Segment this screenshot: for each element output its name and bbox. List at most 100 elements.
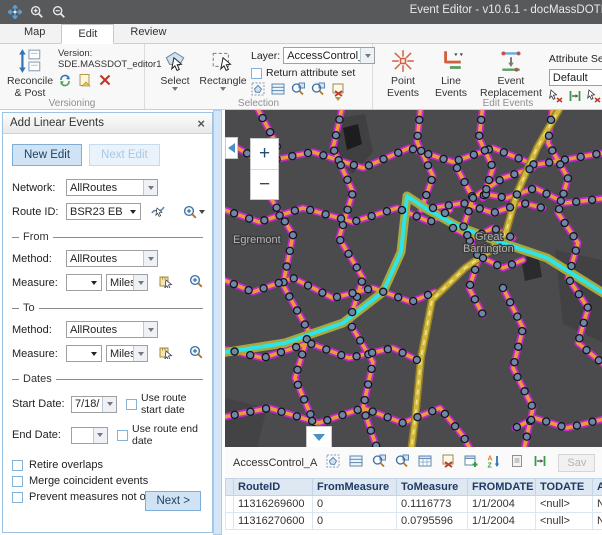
end-date-combo[interactable] bbox=[71, 427, 108, 444]
save-button[interactable]: Sav bbox=[558, 454, 595, 472]
table-sort-icon[interactable] bbox=[487, 454, 501, 471]
from-measure-unit-combo[interactable]: Miles bbox=[106, 274, 148, 291]
select-dropdown-caret[interactable] bbox=[172, 87, 178, 91]
table-cell[interactable]: N bbox=[593, 496, 602, 513]
from-measure-combo[interactable] bbox=[66, 274, 102, 291]
zoom-in-icon[interactable] bbox=[28, 4, 45, 21]
select-tool-button[interactable]: Select bbox=[153, 46, 197, 93]
to-measure-pick-icon[interactable] bbox=[159, 345, 173, 362]
table-pan-selection-icon[interactable] bbox=[395, 454, 409, 471]
select-route-on-map-icon[interactable] bbox=[151, 203, 165, 220]
use-route-end-label: Use route end date bbox=[132, 423, 203, 447]
attribute-table: RouteID FromMeasure ToMeasure FROMDATE T… bbox=[225, 478, 602, 530]
close-icon[interactable]: × bbox=[197, 117, 205, 130]
table-cell[interactable]: 1/1/2004 bbox=[468, 496, 536, 513]
group-edit-events: PointEvents LineEvents EventReplacement … bbox=[373, 44, 602, 109]
row-selector[interactable] bbox=[226, 513, 234, 530]
panel-splitter[interactable] bbox=[213, 110, 222, 535]
pan-icon[interactable] bbox=[6, 4, 23, 21]
event-replacement-button[interactable]: EventReplacement bbox=[477, 46, 545, 101]
attribute-set-combo[interactable]: Default bbox=[549, 69, 602, 86]
col-tomeasure[interactable]: ToMeasure bbox=[397, 479, 468, 496]
start-date-combo[interactable]: 7/18/ bbox=[71, 396, 117, 413]
zoom-out-icon[interactable] bbox=[50, 4, 67, 21]
table-zoom-selection-icon[interactable] bbox=[372, 454, 386, 471]
use-route-end-checkbox[interactable] bbox=[117, 430, 128, 441]
group-label-edit-events: Edit Events bbox=[373, 98, 602, 109]
from-measure-zoom-icon[interactable] bbox=[189, 274, 203, 291]
map-canvas[interactable]: EgremontGreatBarrington + − bbox=[225, 110, 602, 447]
layer-combo[interactable]: AccessControl_A bbox=[283, 47, 375, 64]
collapse-table-button[interactable] bbox=[306, 426, 332, 447]
col-fromdate[interactable]: FROMDATE bbox=[468, 479, 536, 496]
retire-overlaps-checkbox[interactable] bbox=[12, 460, 23, 471]
table-row[interactable]: 11316270600 0 0.0795596 1/1/2004 <null> … bbox=[226, 513, 602, 530]
retire-overlaps-label: Retire overlaps bbox=[29, 459, 103, 471]
table-cell[interactable]: 0.0795596 bbox=[397, 513, 468, 530]
map-zoom-out-button[interactable]: − bbox=[251, 169, 278, 199]
collapse-panel-left-button[interactable] bbox=[225, 137, 238, 159]
group-label-versioning: Versioning bbox=[0, 98, 144, 109]
next-edit-button[interactable]: Next Edit bbox=[89, 144, 160, 166]
tab-edit[interactable]: Edit bbox=[61, 24, 114, 44]
col-routeid[interactable]: RouteID bbox=[234, 479, 313, 496]
use-route-start-label: Use route start date bbox=[141, 392, 203, 416]
from-method-label: Method: bbox=[12, 253, 62, 265]
table-cell[interactable]: N bbox=[593, 513, 602, 530]
col-ac[interactable]: AC bbox=[593, 479, 602, 496]
line-events-button[interactable]: LineEvents bbox=[429, 46, 473, 101]
sync-version-icon[interactable] bbox=[58, 73, 72, 90]
table-cell[interactable]: 0 bbox=[313, 496, 397, 513]
to-measure-unit-combo[interactable]: Miles bbox=[106, 345, 148, 362]
table-cell[interactable]: 0.1116773 bbox=[397, 496, 468, 513]
zoom-to-route-icon[interactable] bbox=[183, 205, 205, 219]
table-cell[interactable]: 11316270600 bbox=[234, 513, 313, 530]
from-method-combo[interactable]: AllRoutes bbox=[66, 250, 158, 267]
row-selector[interactable] bbox=[226, 496, 234, 513]
tab-review[interactable]: Review bbox=[114, 23, 182, 43]
table-cell[interactable]: <null> bbox=[536, 496, 593, 513]
to-method-combo[interactable]: AllRoutes bbox=[66, 321, 158, 338]
from-section-divider: From bbox=[12, 231, 203, 243]
svg-text:Egremont: Egremont bbox=[233, 234, 281, 246]
tab-map[interactable]: Map bbox=[8, 23, 61, 43]
route-id-combo[interactable]: BSR23 EB bbox=[66, 203, 141, 220]
table-add-record-icon[interactable] bbox=[464, 454, 478, 471]
new-version-icon[interactable] bbox=[78, 73, 92, 90]
network-combo[interactable]: AllRoutes bbox=[66, 179, 158, 196]
table-cell[interactable]: <null> bbox=[536, 513, 593, 530]
table-layer-name: AccessControl_A bbox=[233, 457, 317, 469]
table-select-shape-icon[interactable] bbox=[326, 454, 340, 471]
attribute-set-label: Attribute Set: bbox=[549, 53, 602, 65]
table-options-icon[interactable] bbox=[510, 454, 524, 471]
ribbon: Reconcile& Post Version: SDE.MASSDOT_edi… bbox=[0, 44, 602, 110]
to-measure-zoom-icon[interactable] bbox=[189, 345, 203, 362]
use-route-start-checkbox[interactable] bbox=[126, 399, 137, 410]
table-row[interactable]: 11316269600 0 0.1116773 1/1/2004 <null> … bbox=[226, 496, 602, 513]
table-cell[interactable]: 1/1/2004 bbox=[468, 513, 536, 530]
point-events-button[interactable]: PointEvents bbox=[381, 46, 425, 101]
delete-version-icon[interactable] bbox=[98, 73, 112, 90]
table-grid-icon[interactable] bbox=[418, 454, 432, 471]
event-editor-window: Event Editor - v10.6.1 - docMassDOTR Map… bbox=[0, 0, 602, 535]
table-cell[interactable]: 0 bbox=[313, 513, 397, 530]
col-todate[interactable]: TODATE bbox=[536, 479, 593, 496]
return-attribute-set-checkbox[interactable] bbox=[251, 68, 262, 79]
merge-coincident-checkbox[interactable] bbox=[12, 476, 23, 487]
table-offset-icon[interactable] bbox=[533, 454, 547, 471]
col-frommeasure[interactable]: FromMeasure bbox=[313, 479, 397, 496]
to-measure-combo[interactable] bbox=[66, 345, 102, 362]
next-button[interactable]: Next > bbox=[145, 491, 201, 511]
rectangle-tool-button[interactable]: Rectangle bbox=[201, 46, 245, 93]
new-edit-button[interactable]: New Edit bbox=[12, 144, 82, 166]
map-zoom-control: + − bbox=[250, 138, 279, 200]
table-show-selected-icon[interactable] bbox=[349, 454, 363, 471]
network-label: Network: bbox=[12, 182, 62, 194]
table-clear-selection-icon[interactable] bbox=[441, 454, 455, 471]
prevent-measures-checkbox[interactable] bbox=[12, 492, 23, 503]
table-cell[interactable]: 11316269600 bbox=[234, 496, 313, 513]
map-zoom-in-button[interactable]: + bbox=[251, 139, 278, 169]
rectangle-dropdown-caret[interactable] bbox=[220, 87, 226, 91]
reconcile-post-button[interactable]: Reconcile& Post bbox=[8, 46, 52, 101]
from-measure-pick-icon[interactable] bbox=[159, 274, 173, 291]
